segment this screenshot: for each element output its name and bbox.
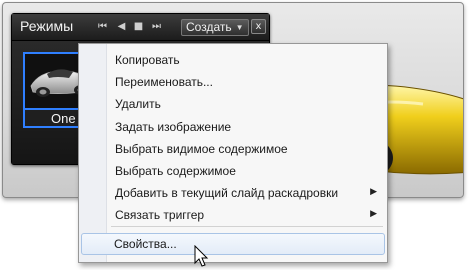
menu-item-label: Задать изображение xyxy=(115,120,232,134)
close-button[interactable]: x xyxy=(251,19,266,34)
menu-item-label: Переименовать... xyxy=(115,75,213,89)
menu-item-rename[interactable]: Переименовать... xyxy=(81,71,385,92)
skip-forward-icon[interactable]: ⏭ xyxy=(151,21,162,32)
menu-item-label: Удалить xyxy=(115,97,161,111)
menu-item-label: Добавить в текущий слайд раскадровки xyxy=(115,186,339,200)
menu-item-select-visible-content[interactable]: Выбрать видимое содержимое xyxy=(81,138,385,159)
menu-item-delete[interactable]: Удалить xyxy=(81,93,385,114)
palette-header: Режимы ⏮ ◀ ■ ⏭ Создать ▼ x xyxy=(12,14,269,41)
menu-item-link-trigger[interactable]: Связать триггер ▶ xyxy=(81,204,385,225)
submenu-arrow-icon: ▶ xyxy=(370,208,377,218)
menu-item-label: Выбрать содержимое xyxy=(115,164,236,178)
menu-item-set-image[interactable]: Задать изображение xyxy=(81,116,385,137)
chevron-down-icon: ▼ xyxy=(235,23,244,32)
palette-title: Режимы xyxy=(20,18,74,34)
create-button-label: Создать xyxy=(186,20,232,34)
menu-item-select-content[interactable]: Выбрать содержимое xyxy=(81,160,385,181)
context-menu: Копировать Переименовать... Удалить Зада… xyxy=(78,43,388,263)
menu-item-label: Выбрать видимое содержимое xyxy=(115,142,288,156)
submenu-arrow-icon: ▶ xyxy=(370,186,377,196)
play-back-icon[interactable]: ◀ xyxy=(116,21,127,32)
mouse-pointer-icon xyxy=(194,245,209,267)
menu-item-properties[interactable]: Свойства... xyxy=(81,233,385,255)
stop-icon[interactable]: ■ xyxy=(133,21,144,32)
menu-item-copy[interactable]: Копировать xyxy=(81,49,385,70)
menu-item-label: Связать триггер xyxy=(115,208,205,222)
menu-item-add-to-storyboard[interactable]: Добавить в текущий слайд раскадровки ▶ xyxy=(81,182,385,203)
skip-back-icon[interactable]: ⏮ xyxy=(97,21,108,32)
menu-separator xyxy=(111,226,383,227)
menu-item-label: Свойства... xyxy=(114,237,177,251)
menu-item-label: Копировать xyxy=(115,53,180,67)
create-button[interactable]: Создать ▼ xyxy=(181,19,249,36)
